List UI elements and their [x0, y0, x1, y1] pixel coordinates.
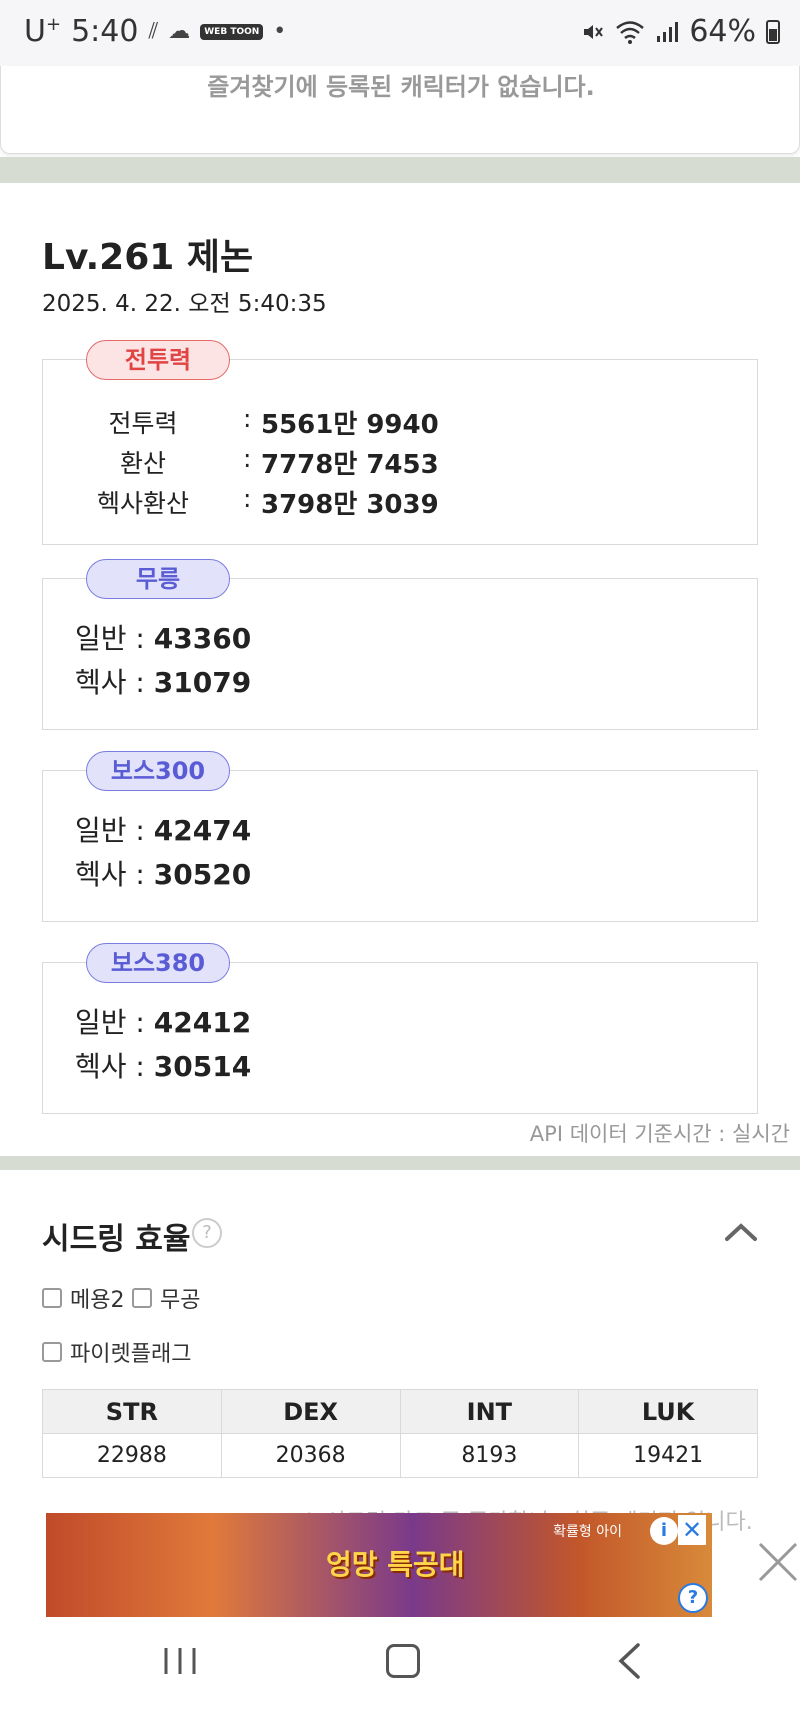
api-data-time-note: API 데이터 기준시간 : 실시간: [529, 1122, 790, 1146]
carrier-label: U+: [24, 14, 62, 49]
status-bar: U+ 5:40 ⫽ ☁ WEB TOON • 64%: [0, 0, 800, 66]
checkbox-box[interactable]: [132, 1288, 152, 1308]
combat-power-row: 전투력 : 5561만 9940: [43, 404, 439, 441]
table-cell: 8193: [399, 1433, 580, 1478]
favorites-empty-message: 즐겨찾기에 등록된 캐릭터가 없습니다.: [207, 73, 595, 101]
combat-power-box: 전투력 : 5561만 9940 환산 : 7778만 7453 헥사환산 : …: [42, 359, 758, 545]
webtoon-notification-icon: WEB TOON: [200, 23, 264, 40]
mute-icon: [584, 24, 604, 39]
ad-question-icon[interactable]: ?: [678, 1583, 708, 1613]
navigation-bar: [0, 1620, 800, 1716]
table-header: STR: [42, 1389, 222, 1434]
mureung-general-value: 43360: [153, 622, 252, 655]
table-header: INT: [399, 1389, 580, 1434]
general-label: 일반 :: [75, 1006, 145, 1039]
converted-power-label: 환산: [119, 449, 166, 478]
table-header: LUK: [578, 1389, 758, 1434]
boss300-general-row: 일반 : 42474: [75, 809, 251, 849]
mureung-pill: 무릉: [86, 559, 230, 599]
seed-stat-table: STR DEX INT LUK 22988 20368 8193 19421: [42, 1389, 758, 1478]
checkbox-mapleuser2[interactable]: 메용2: [42, 1282, 124, 1314]
boss300-pill: 보스300: [86, 751, 230, 791]
checkbox-pirate-flag[interactable]: 파이렛플래그: [42, 1336, 191, 1368]
close-icon[interactable]: [756, 1540, 800, 1584]
home-icon[interactable]: [386, 1644, 420, 1678]
back-icon[interactable]: [616, 1642, 642, 1680]
cell-signal-icon: [657, 21, 679, 42]
checkbox-label: 무공: [160, 1288, 201, 1313]
table-cell: 20368: [220, 1433, 401, 1478]
seed-ring-title: 시드링 효율: [42, 1222, 191, 1257]
boss380-general-row: 일반 : 42412: [75, 1001, 251, 1041]
ad-logo: 엉망 특공대: [326, 1548, 465, 1581]
mureung-hexa-value: 31079: [153, 666, 252, 699]
mureung-box: 일반 : 43360 헥사 : 31079: [42, 578, 758, 730]
hexa-label: 헥사 :: [75, 858, 145, 891]
ad-label: 확률형 아이: [553, 1524, 622, 1540]
boss300-box: 일반 : 42474 헥사 : 30520: [42, 770, 758, 922]
recent-apps-icon[interactable]: [162, 1646, 198, 1676]
boss380-general-value: 42412: [153, 1006, 252, 1039]
boss300-general-value: 42474: [153, 814, 252, 847]
combat-power-value: 5561만 9940: [261, 410, 439, 440]
boss300-hexa-row: 헥사 : 30520: [75, 853, 251, 893]
section-separator: [0, 157, 800, 183]
boss300-hexa-value: 30520: [153, 858, 252, 891]
table-row: 22988 20368 8193 19421: [42, 1433, 758, 1478]
boss380-box: 일반 : 42412 헥사 : 30514: [42, 962, 758, 1114]
ad-info-icon[interactable]: i: [650, 1517, 678, 1545]
table-cell: 22988: [42, 1433, 222, 1478]
mureung-general-row: 일반 : 43360: [75, 617, 251, 657]
hexa-label: 헥사 :: [75, 666, 145, 699]
chevron-up-icon[interactable]: [724, 1222, 758, 1242]
weather-icon: ☁: [168, 19, 191, 44]
general-label: 일반 :: [75, 622, 145, 655]
converted-power-value: 7778만 7453: [261, 450, 439, 480]
battery-percent: 64%: [689, 14, 756, 49]
help-icon[interactable]: ?: [192, 1218, 222, 1248]
general-label: 일반 :: [75, 814, 145, 847]
combat-power-pill: 전투력: [86, 340, 230, 380]
mureung-hexa-row: 헥사 : 31079: [75, 661, 251, 701]
checkbox-box[interactable]: [42, 1288, 62, 1308]
character-timestamp: 2025. 4. 22. 오전 5:40:35: [42, 291, 327, 317]
checkbox-box[interactable]: [42, 1342, 62, 1362]
wifi-icon: [616, 20, 645, 44]
combat-power-label: 전투력: [108, 409, 178, 438]
boss380-hexa-value: 30514: [153, 1050, 252, 1083]
hexa-label: 헥사 :: [75, 1050, 145, 1083]
more-notifications-dot: •: [273, 19, 287, 44]
converted-power-row: 환산 : 7778만 7453: [43, 444, 439, 481]
checkbox-label: 파이렛플래그: [70, 1342, 192, 1367]
table-header-row: STR DEX INT LUK: [42, 1389, 758, 1434]
hexa-converted-value: 3798만 3039: [261, 490, 439, 520]
checkbox-attack[interactable]: 무공: [132, 1282, 200, 1314]
battery-icon: [766, 19, 780, 44]
table-header: DEX: [220, 1389, 401, 1434]
table-cell: 19421: [578, 1433, 758, 1478]
boss380-hexa-row: 헥사 : 30514: [75, 1045, 251, 1085]
ad-banner[interactable]: 엉망 특공대 확률형 아이 i ✕ ?: [46, 1513, 712, 1617]
hexa-converted-row: 헥사환산 : 3798만 3039: [43, 484, 439, 521]
section-separator: [0, 1156, 800, 1170]
boss380-pill: 보스380: [86, 943, 230, 983]
clock: 5:40: [71, 14, 139, 49]
character-title: Lv.261 제논: [42, 237, 254, 278]
signal-quality-icon: ⫽: [148, 19, 159, 44]
checkbox-label: 메용2: [70, 1288, 125, 1313]
hexa-converted-label: 헥사환산: [96, 489, 189, 518]
ad-close-icon[interactable]: ✕: [678, 1515, 706, 1545]
